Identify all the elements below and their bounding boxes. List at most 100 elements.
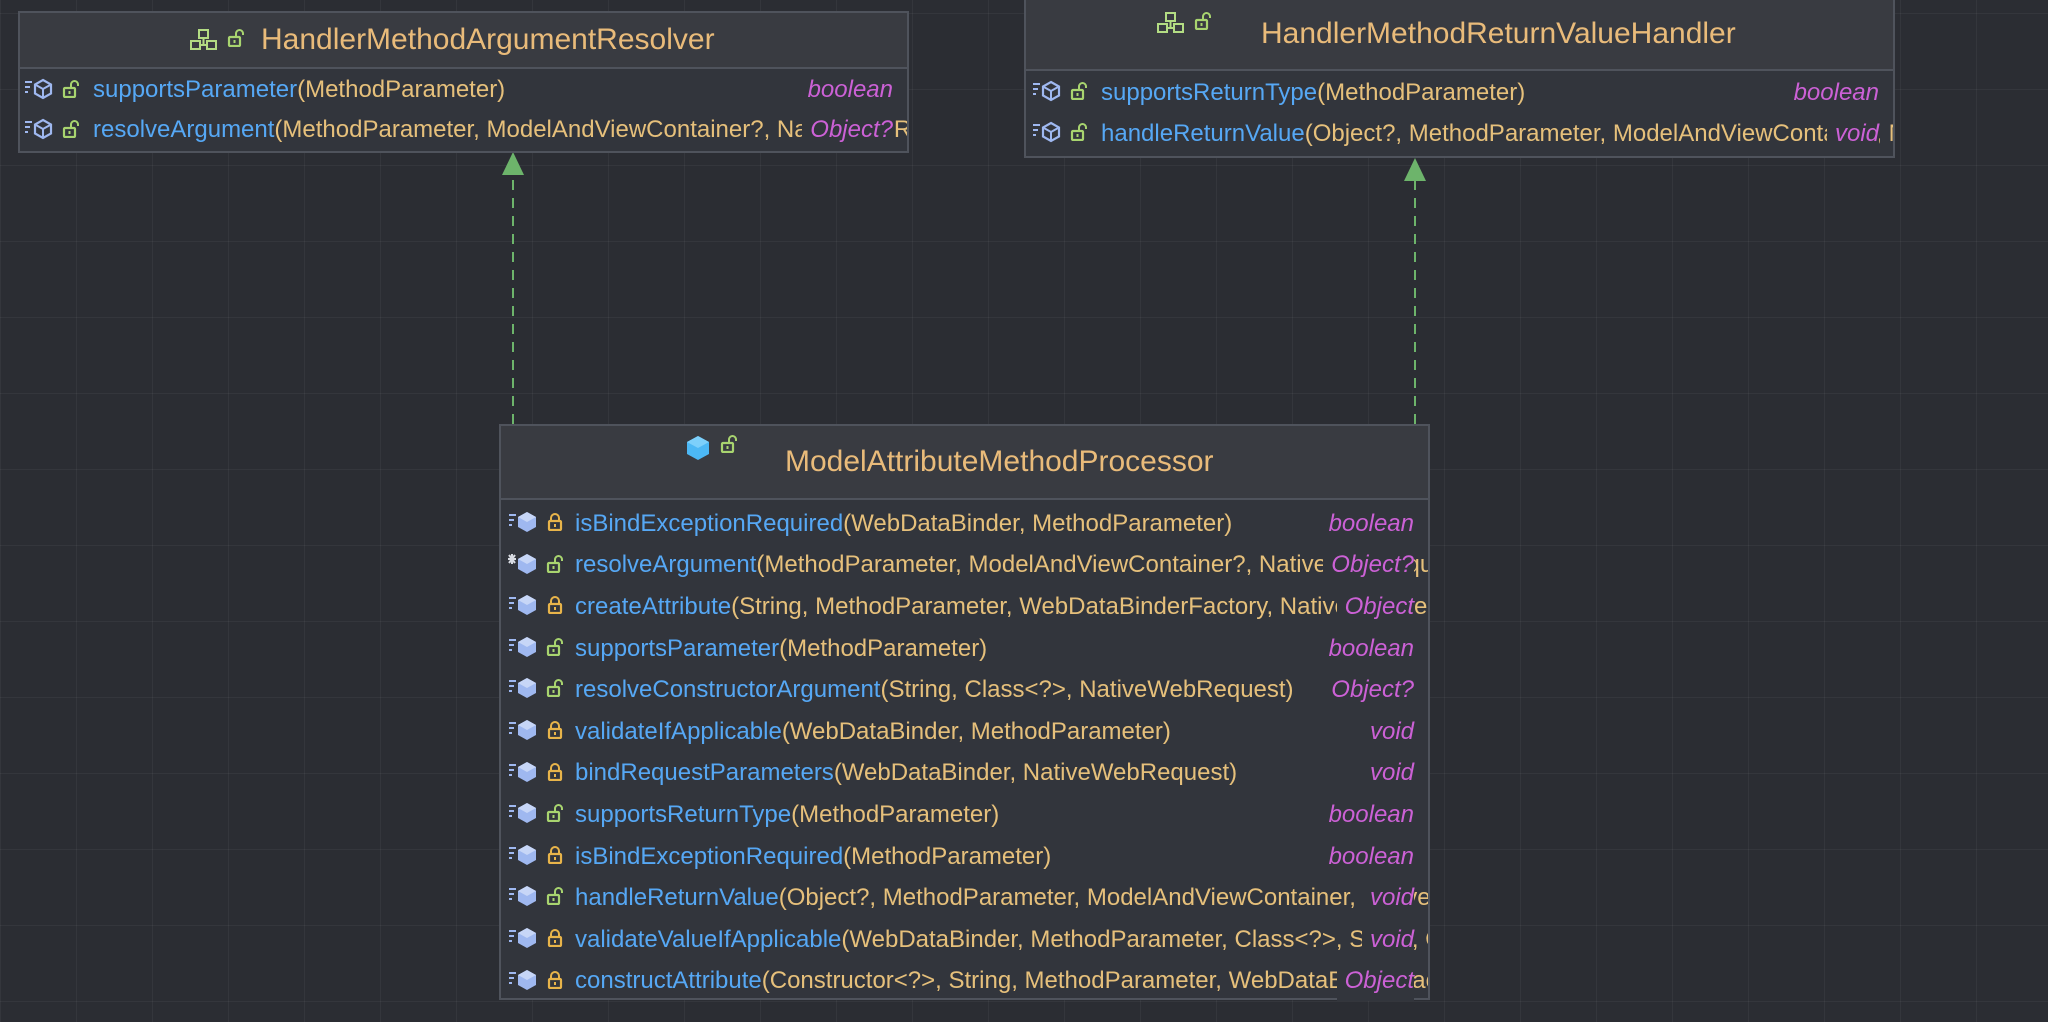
method-icons [508,969,564,991]
method-icons [508,553,564,575]
method-signature: validateIfApplicable(WebDataBinder, Meth… [575,718,1171,746]
return-type: void [1361,710,1414,753]
method-signature: handleReturnValue(Object?, MethodParamet… [1101,120,1893,148]
override-method-icon [508,553,538,575]
method-row[interactable]: handleReturnValue(Object?, MethodParamet… [1026,113,1893,154]
method-row[interactable]: supportsParameter(MethodParameter) boolea… [501,627,1428,670]
node-title: HandlerMethodArgumentResolver [261,23,715,56]
method-row[interactable]: validateIfApplicable(WebDataBinder, Meth… [501,710,1428,753]
method-row[interactable]: isBindExceptionRequired(MethodParameter)… [501,835,1428,878]
method-icons [508,594,564,616]
node-header: HandlerMethodReturnValueHandler [1026,0,1893,71]
method-icons [508,844,564,866]
method-signature: supportsParameter(MethodParameter) [93,76,505,104]
method-params: (Object?, MethodParameter, ModelAndViewC… [778,884,1428,912]
method-signature: bindRequestParameters(WebDataBinder, Nat… [575,759,1237,787]
method-row[interactable]: validateValueIfApplicable(WebDataBinder,… [501,918,1428,961]
return-type: boolean [799,70,893,110]
node-model-attribute-method-processor[interactable]: ModelAttributeMethodProcessor isBindExce… [499,424,1430,1001]
method-params: (WebDataBinder, MethodParameter) [843,509,1233,537]
interface-icon [1157,12,1185,34]
public-lock-icon [62,120,80,138]
method-signature: handleReturnValue(Object?, MethodParamet… [575,884,1428,912]
method-name: handleReturnValue [1101,119,1305,147]
method-icon [508,802,538,824]
protected-lock-icon [546,720,564,739]
public-lock-icon [546,637,564,656]
method-params: (Constructor<?>, String, MethodParameter… [761,967,1428,995]
return-type: void [1361,752,1414,795]
node-handler-method-argument-resolver[interactable]: HandlerMethodArgumentResolver supportsPa… [18,11,909,153]
method-name: constructAttribute [575,967,762,995]
node-handler-method-return-value-handler[interactable]: HandlerMethodReturnValueHandler supports… [1024,0,1895,158]
public-lock-icon [62,80,80,98]
method-icons [508,511,564,533]
public-lock-icon [1194,12,1212,34]
method-params: (MethodParameter) [791,800,1000,828]
method-name: supportsReturnType [575,800,792,828]
method-icon [508,636,538,658]
method-params: (MethodParameter) [297,76,506,103]
method-params: (String, MethodParameter, WebDataBinderF… [731,592,1428,620]
protected-lock-icon [546,845,564,864]
method-name: handleReturnValue [575,884,779,912]
method-row[interactable]: resolveArgument(MethodParameter, ModelAn… [501,544,1428,587]
method-row[interactable]: supportsReturnType(MethodParameter) boole… [501,794,1428,836]
method-icon [508,844,538,866]
method-icons [1032,121,1088,143]
method-row[interactable]: isBindExceptionRequired(WebDataBinder, M… [501,503,1428,545]
return-type: void [1826,113,1879,154]
method-name: isBindExceptionRequired [575,509,844,537]
method-name: resolveArgument [575,551,757,579]
method-icons [508,885,564,907]
method-params: (MethodParameter) [779,634,988,662]
method-row[interactable]: constructAttribute(Constructor<?>, Strin… [501,960,1428,1001]
method-icons [508,927,564,949]
method-params: (Object?, MethodParameter, ModelAndViewC… [1304,119,1893,147]
method-params: (WebDataBinder, NativeWebRequest) [833,759,1238,787]
protected-lock-icon [546,762,564,781]
method-row[interactable]: bindRequestParameters(WebDataBinder, Nat… [501,752,1428,795]
method-row[interactable]: resolveArgument(MethodParameter, ModelAn… [20,110,907,150]
return-type: Object? [802,110,893,150]
method-name: resolveConstructorArgument [575,676,881,704]
method-list: supportsParameter(MethodParameter) boolea… [20,69,907,152]
return-type: void [1361,877,1414,919]
public-lock-icon [720,435,738,461]
method-name: bindRequestParameters [575,759,834,787]
method-signature: resolveArgument(MethodParameter, ModelAn… [575,551,1428,579]
method-name: createAttribute [575,592,732,620]
node-title: HandlerMethodReturnValueHandler [1261,16,1736,50]
method-name: supportsParameter [575,634,780,662]
method-icons [508,677,564,699]
return-type: void [1361,918,1414,961]
method-icon [508,927,538,949]
method-icon [508,719,538,741]
method-signature: supportsReturnType(MethodParameter) [575,801,999,829]
public-lock-icon [546,679,564,698]
method-icon [508,594,538,616]
protected-lock-icon [546,596,564,615]
method-params: (MethodParameter) [843,842,1052,870]
abstract-method-icon [1032,121,1062,143]
method-signature: validateValueIfApplicable(WebDataBinder,… [575,926,1428,954]
return-type: boolean [1320,794,1414,836]
public-lock-icon [546,804,564,823]
method-row[interactable]: resolveConstructorArgument(String, Class… [501,669,1428,711]
method-row[interactable]: supportsReturnType(MethodParameter) boole… [1026,72,1893,113]
method-name: validateValueIfApplicable [575,925,842,953]
method-row[interactable]: supportsParameter(MethodParameter) boolea… [20,70,907,110]
method-signature: createAttribute(String, MethodParameter,… [575,593,1428,621]
method-signature: supportsReturnType(MethodParameter) [1101,79,1525,107]
method-icons [508,802,564,824]
method-signature: supportsParameter(MethodParameter) [575,635,987,663]
method-icons [508,636,564,658]
method-icons [508,719,564,741]
method-icons [24,118,80,140]
method-name: validateIfApplicable [575,717,782,745]
method-signature: isBindExceptionRequired(WebDataBinder, M… [575,510,1232,538]
method-row[interactable]: handleReturnValue(Object?, MethodParamet… [501,877,1428,919]
return-type: boolean [1320,503,1414,545]
method-name: resolveArgument [93,116,275,143]
method-row[interactable]: createAttribute(String, MethodParameter,… [501,586,1428,628]
